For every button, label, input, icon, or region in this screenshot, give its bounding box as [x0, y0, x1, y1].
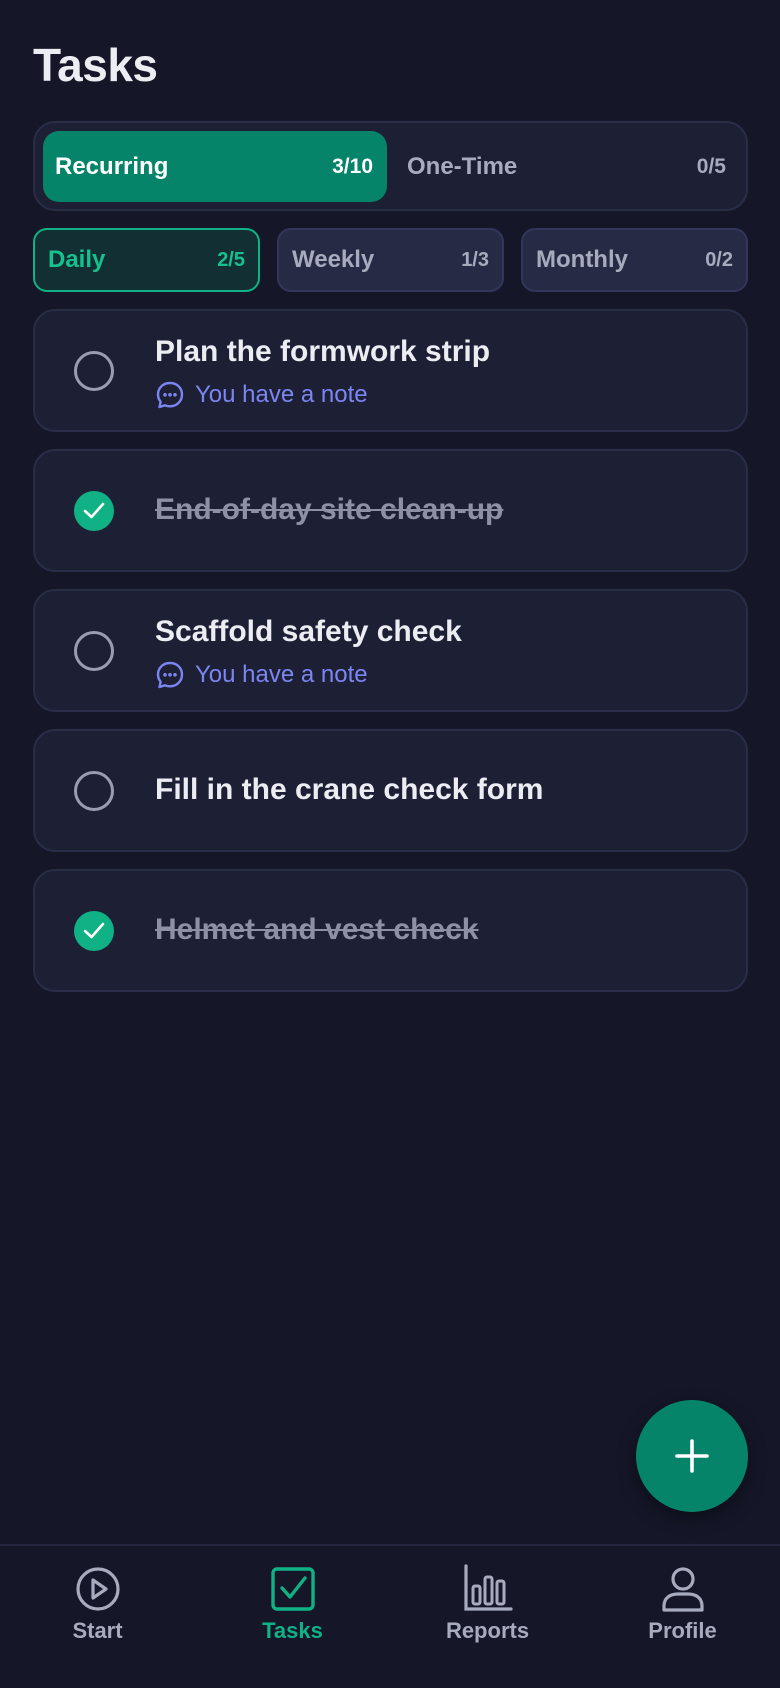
task-title: Scaffold safety check: [155, 615, 462, 648]
segment-one-time-label: One-Time: [407, 152, 518, 180]
task-card[interactable]: End-of-day site clean-up: [33, 449, 748, 572]
task-title: Fill in the crane check form: [155, 773, 544, 806]
filter-weekly[interactable]: Weekly 1/3: [277, 228, 504, 292]
task-note-label: You have a note: [195, 661, 368, 688]
check-square-icon: [270, 1567, 315, 1611]
filter-weekly-count: 1/3: [461, 248, 489, 271]
add-task-button[interactable]: [636, 1400, 748, 1512]
filter-daily[interactable]: Daily 2/5: [33, 228, 260, 292]
nav-profile[interactable]: Profile: [585, 1562, 780, 1672]
task-title: End-of-day site clean-up: [155, 493, 504, 526]
task-checkbox-checked[interactable]: [74, 491, 114, 531]
bottom-nav: Start Tasks Reports Profile: [0, 1544, 780, 1688]
nav-tasks-label: Tasks: [262, 1618, 323, 1643]
segment-recurring[interactable]: Recurring 3/10: [43, 131, 387, 202]
task-card[interactable]: Scaffold safety check You have a note: [33, 589, 748, 712]
task-checkbox[interactable]: [74, 351, 114, 391]
nav-reports[interactable]: Reports: [390, 1562, 585, 1672]
filter-weekly-label: Weekly: [292, 246, 375, 273]
nav-tasks[interactable]: Tasks: [195, 1562, 390, 1672]
task-card[interactable]: Fill in the crane check form: [33, 729, 748, 852]
chat-bubble-icon: [156, 661, 184, 689]
segment-recurring-count: 3/10: [332, 154, 373, 178]
checkmark-icon: [83, 922, 105, 939]
filter-monthly-label: Monthly: [536, 246, 628, 273]
checkmark-icon: [83, 502, 105, 519]
task-title: Plan the formwork strip: [155, 335, 491, 368]
filter-monthly[interactable]: Monthly 0/2: [521, 228, 748, 292]
segment-recurring-label: Recurring: [55, 152, 169, 180]
nav-start-label: Start: [72, 1618, 123, 1643]
tasks-screen: Tasks Recurring 3/10 One-Time 0/5 Daily …: [0, 0, 780, 1688]
task-note-label: You have a note: [195, 381, 368, 408]
task-checkbox[interactable]: [74, 771, 114, 811]
user-icon: [661, 1567, 704, 1612]
task-type-segment: Recurring 3/10 One-Time 0/5: [33, 121, 748, 211]
nav-profile-label: Profile: [648, 1618, 717, 1643]
page-title: Tasks: [33, 39, 158, 91]
filter-daily-count: 2/5: [217, 248, 245, 271]
task-checkbox[interactable]: [74, 631, 114, 671]
bar-chart-icon: [463, 1564, 513, 1611]
filter-daily-label: Daily: [48, 246, 106, 273]
task-card[interactable]: Plan the formwork strip You have a note: [33, 309, 748, 432]
segment-one-time[interactable]: One-Time 0/5: [395, 131, 740, 202]
task-card[interactable]: Helmet and vest check: [33, 869, 748, 992]
nav-reports-label: Reports: [445, 1618, 530, 1643]
nav-start[interactable]: Start: [0, 1562, 195, 1672]
task-checkbox-checked[interactable]: [74, 911, 114, 951]
plus-icon: [675, 1439, 709, 1473]
play-circle-icon: [75, 1567, 120, 1611]
filter-monthly-count: 0/2: [705, 248, 733, 271]
task-note[interactable]: You have a note: [155, 660, 368, 690]
task-note[interactable]: You have a note: [155, 380, 368, 410]
task-title: Helmet and vest check: [155, 913, 479, 946]
segment-one-time-count: 0/5: [696, 154, 726, 178]
chat-bubble-icon: [156, 381, 184, 409]
